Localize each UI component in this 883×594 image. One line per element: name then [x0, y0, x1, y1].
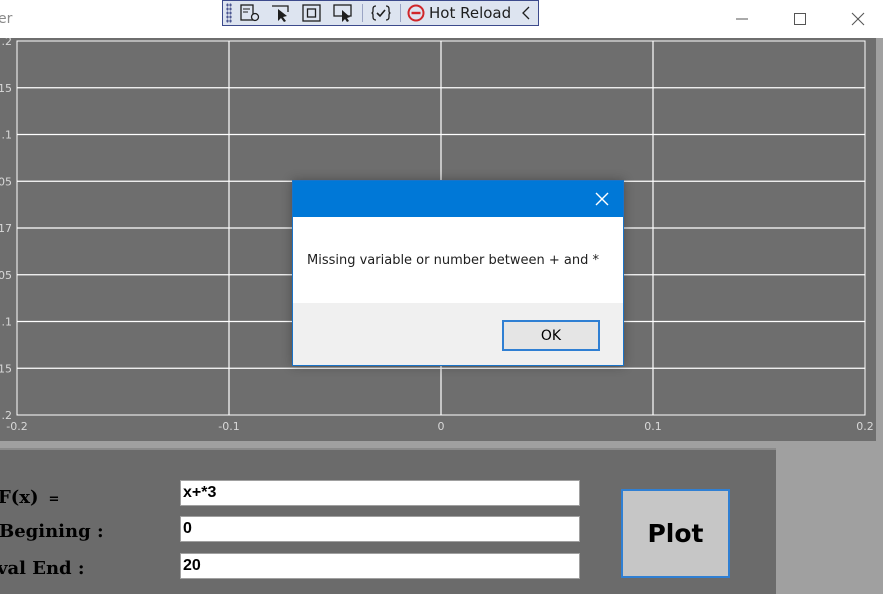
collapse-toolbar-button[interactable]	[521, 5, 531, 21]
track-focused-element-button[interactable]	[330, 2, 356, 24]
hot-reload-label: Hot Reload	[429, 4, 512, 22]
x-tick-label: 0.1	[644, 420, 662, 433]
end-label: val End :	[0, 558, 85, 579]
end-input[interactable]: 20	[180, 553, 580, 579]
plot-button[interactable]: Plot	[621, 489, 730, 578]
y-tick-label: 17	[0, 222, 12, 235]
toolbar-grip[interactable]	[226, 3, 232, 23]
dialog-body: Missing variable or number between + and…	[293, 217, 623, 303]
close-icon	[851, 12, 865, 26]
stop-icon	[407, 4, 425, 22]
y-tick-label: .1	[2, 316, 13, 329]
live-visual-tree-button[interactable]	[237, 2, 263, 24]
maximize-icon	[794, 13, 806, 25]
live-visual-tree-icon	[240, 4, 260, 22]
debug-toolbar: Hot Reload	[222, 0, 539, 26]
fx-input[interactable]: x+*3	[180, 480, 580, 506]
begin-input[interactable]: 0	[180, 516, 580, 542]
x-tick-label: -0.1	[218, 420, 239, 433]
dialog-close-button[interactable]	[593, 190, 611, 208]
toolbar-separator	[400, 4, 401, 22]
y-tick-label: 15	[0, 82, 12, 95]
chevron-left-icon	[522, 6, 530, 20]
y-tick-label: .2	[2, 409, 13, 422]
hot-reload-button[interactable]: Hot Reload	[407, 2, 511, 24]
y-tick-label: .1	[2, 129, 13, 142]
fx-equals: =	[48, 492, 60, 507]
x-tick-label: 0.2	[856, 420, 874, 433]
y-tick-label: .2	[2, 38, 13, 48]
x-tick-label: 0	[438, 420, 445, 433]
minimize-icon	[736, 18, 748, 20]
begin-label: Begining :	[0, 521, 104, 542]
window-title: er	[0, 11, 13, 27]
close-icon	[595, 192, 609, 206]
minimize-button[interactable]	[728, 6, 756, 32]
binding-failures-icon	[371, 5, 391, 21]
toolbar-separator	[362, 4, 363, 22]
display-layout-adorners-icon	[302, 4, 321, 22]
dialog-titlebar	[293, 181, 623, 217]
fx-label: F(x) =	[0, 487, 60, 508]
y-tick-label: 15	[0, 362, 12, 375]
ok-button[interactable]: OK	[502, 320, 600, 351]
maximize-button[interactable]	[786, 6, 814, 32]
dialog-message: Missing variable or number between + and…	[307, 253, 599, 268]
select-element-icon	[272, 5, 289, 22]
close-button[interactable]	[844, 6, 872, 32]
error-dialog: Missing variable or number between + and…	[292, 180, 624, 366]
binding-failures-button[interactable]	[368, 2, 394, 24]
track-focused-element-icon	[333, 4, 352, 22]
y-tick-label: 05	[0, 175, 12, 188]
select-element-button[interactable]	[268, 2, 294, 24]
y-tick-label: 05	[0, 269, 12, 282]
display-layout-adorners-button[interactable]	[299, 2, 325, 24]
